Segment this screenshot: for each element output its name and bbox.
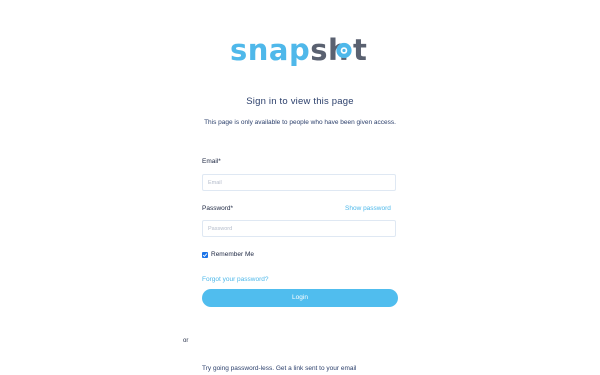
checkmark-icon: [202, 253, 208, 258]
remember-me-checkbox[interactable]: [202, 252, 208, 258]
password-label: Password*: [202, 205, 234, 212]
remember-me-label: Remember Me: [211, 251, 254, 258]
snapshot-logo: snapsh t: [0, 34, 600, 73]
password-field[interactable]: [202, 220, 396, 237]
email-field[interactable]: [202, 174, 396, 191]
svg-text:t: t: [353, 34, 367, 67]
email-label: Email*: [202, 158, 221, 165]
login-button[interactable]: Login: [202, 289, 398, 307]
forgot-password-link[interactable]: Forgot your password?: [202, 276, 268, 283]
page-heading: Sign in to view this page: [246, 96, 354, 107]
access-notice: This page is only available to people wh…: [204, 119, 396, 126]
show-password-link[interactable]: Show password: [345, 205, 391, 212]
or-divider: or: [183, 338, 189, 344]
passwordless-link[interactable]: Try going password-less. Get a link sent…: [202, 365, 356, 372]
svg-text:snapsh: snapsh: [230, 34, 349, 67]
